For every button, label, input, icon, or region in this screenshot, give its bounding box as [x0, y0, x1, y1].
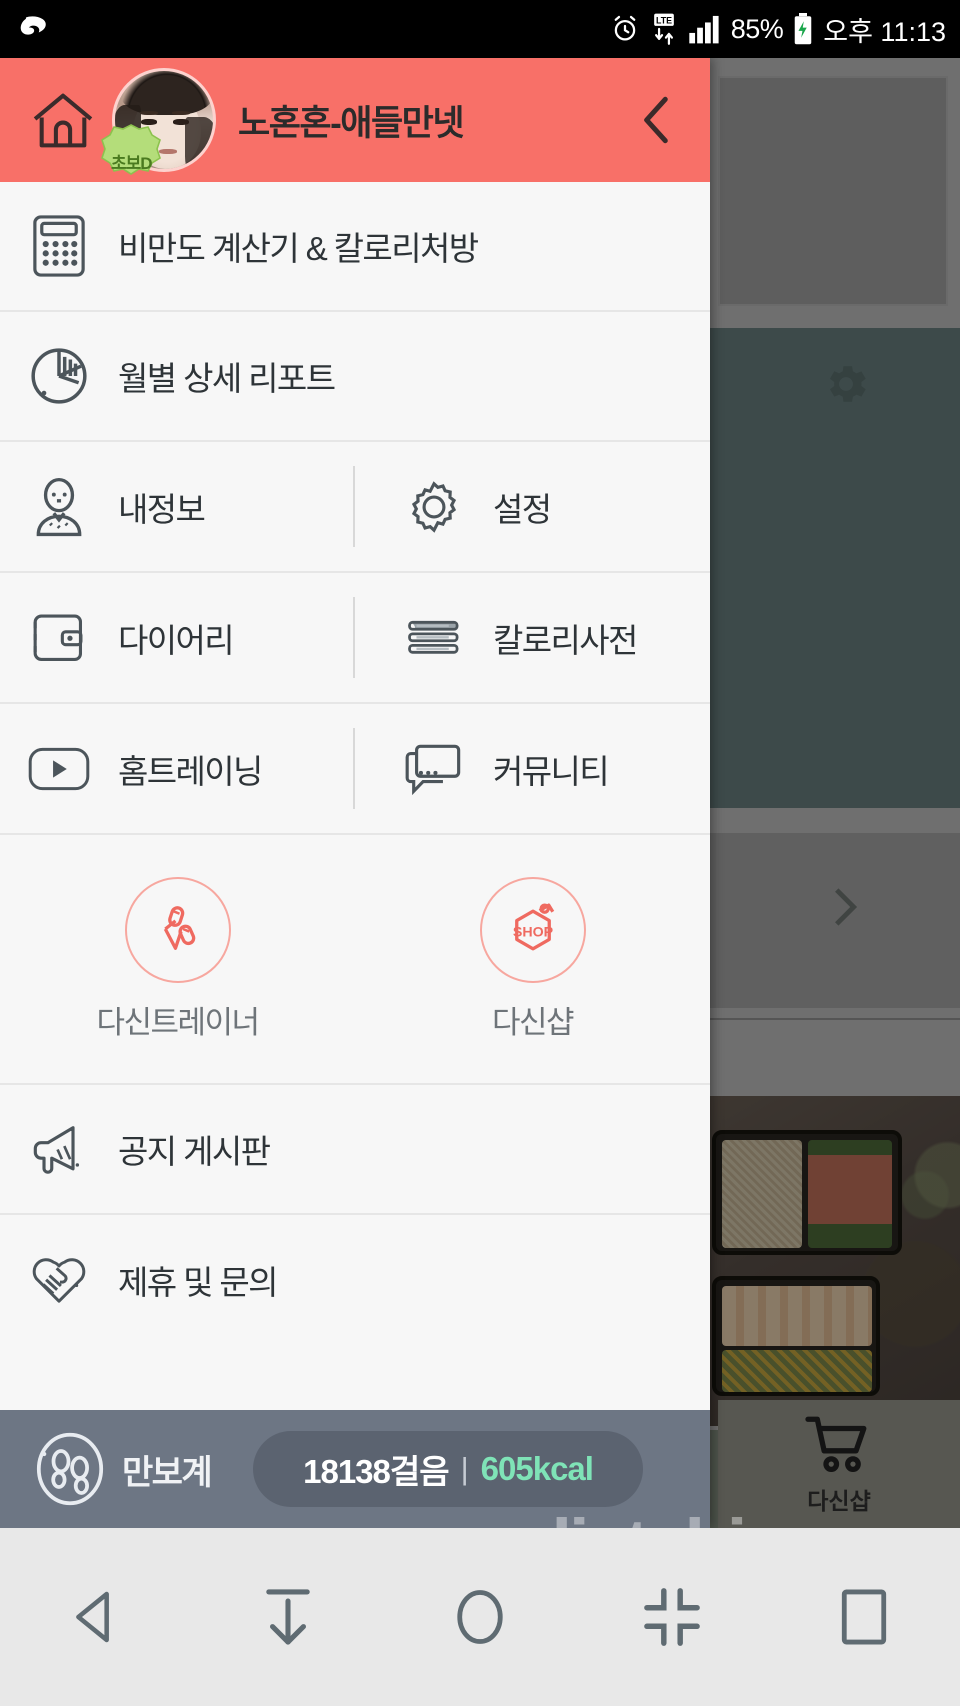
navigation-drawer: 초보D 노혼혼-애들만넷 비만도 계산기 & 칼로리처방 월별 상세 리포트 내…: [0, 58, 710, 1528]
chat-bubble-icon: [375, 742, 493, 796]
tab-dasin-shop[interactable]: 다신샵: [718, 1400, 960, 1528]
shopping-cart-icon: [801, 1413, 877, 1480]
back-triangle-icon[interactable]: [36, 1557, 156, 1677]
pedometer-separator: |: [460, 1451, 469, 1486]
gear-icon: [375, 478, 493, 536]
background-divider: [710, 1018, 960, 1020]
chevron-left-icon[interactable]: [630, 91, 684, 149]
home-circle-icon[interactable]: [420, 1557, 540, 1677]
menu-item-label: 홈트레이닝: [118, 752, 263, 790]
tab-dasin-shop-label: 다신샵: [807, 1487, 871, 1514]
shop-tag-icon: SHOP: [479, 876, 586, 983]
promo-row: 다신트레이너 SHOP 다신샵: [0, 835, 710, 1085]
promo-label: 다신트레이너: [96, 1004, 260, 1040]
background-card-top: [718, 76, 948, 306]
alarm-clock-icon: [610, 14, 640, 44]
recents-square-icon[interactable]: [804, 1557, 924, 1677]
svg-text:LTE: LTE: [656, 15, 672, 25]
menu-split-row: 다이어리 칼로리사전: [0, 573, 710, 704]
pedometer-calories: 605kcal: [480, 1450, 594, 1487]
carrier-logo-icon: [18, 12, 52, 46]
pedometer-stats-pill[interactable]: 18138걸음 | 605kcal: [253, 1431, 644, 1507]
drawer-header: 초보D 노혼혼-애들만넷: [0, 58, 710, 182]
pedometer-label: 만보계: [122, 1453, 213, 1492]
lte-network-icon: LTE: [649, 13, 679, 45]
download-arrow-icon[interactable]: [228, 1557, 348, 1677]
menu-item-partnership-inquiry[interactable]: 제휴 및 문의: [0, 1215, 710, 1345]
level-badge-label: 초보D: [111, 154, 153, 173]
menu-item-label: 칼로리사전: [493, 621, 638, 659]
menu-item-label: 커뮤니티: [493, 752, 610, 790]
menu-item-label: 비만도 계산기 & 칼로리처방: [118, 230, 479, 267]
battery-percent-label: 85%: [730, 13, 784, 44]
dumbbell-trainer-icon: [124, 876, 231, 983]
menu-item-my-info[interactable]: 내정보: [0, 442, 355, 571]
person-icon: [0, 476, 118, 538]
menu-item-label: 제휴 및 문의: [118, 1264, 279, 1301]
signal-bars-icon: [688, 14, 722, 44]
chevron-right-icon: [815, 878, 873, 941]
wallet-icon: [0, 611, 118, 665]
menu-item-label: 설정: [493, 490, 552, 528]
menu-item-notice-board[interactable]: 공지 게시판: [0, 1085, 710, 1215]
pedometer-steps: 18138걸음: [303, 1453, 449, 1490]
menu-item-calorie-dictionary[interactable]: 칼로리사전: [355, 573, 710, 702]
android-navigation-bar: [0, 1528, 960, 1706]
screen: 다신샵 LTE 85% 오후 11:13 초보D 노혼혼-애들만넷 비만도 계산…: [0, 0, 960, 1706]
handshake-heart-icon: [0, 1252, 118, 1308]
pedometer-bar[interactable]: 만보계 18138걸음 | 605kcal: [0, 1410, 710, 1528]
promo-dasin-shop[interactable]: SHOP 다신샵: [355, 835, 710, 1083]
menu-item-diary[interactable]: 다이어리: [0, 573, 355, 702]
status-bar: LTE 85% 오후 11:13: [0, 0, 960, 58]
username-label: 노혼혼-애들만넷: [238, 103, 465, 143]
menu-item-monthly-report[interactable]: 월별 상세 리포트: [0, 312, 710, 442]
menu-item-bmi-calculator[interactable]: 비만도 계산기 & 칼로리처방: [0, 182, 710, 312]
menu-item-settings[interactable]: 설정: [355, 442, 710, 571]
promo-dasin-trainer[interactable]: 다신트레이너: [0, 835, 355, 1083]
menu-item-label: 다이어리: [118, 621, 235, 659]
footprints-icon: [22, 1430, 118, 1508]
play-button-icon: [0, 744, 118, 794]
menu-split-row: 홈트레이닝 커뮤니티: [0, 704, 710, 835]
menu-item-label: 내정보: [118, 490, 206, 528]
battery-charging-icon: [792, 13, 814, 45]
menu-item-home-training[interactable]: 홈트레이닝: [0, 704, 355, 833]
pie-chart-icon: [0, 345, 118, 407]
calculator-icon: [0, 214, 118, 278]
gear-icon: [820, 358, 872, 415]
svg-text:SHOP: SHOP: [512, 924, 552, 940]
level-badge: 초보D: [100, 122, 162, 180]
menu-split-row: 내정보 설정: [0, 442, 710, 573]
menu-item-label: 월별 상세 리포트: [118, 360, 336, 397]
home-icon[interactable]: [24, 89, 102, 151]
background-photo-overlay: [710, 1096, 960, 1426]
megaphone-icon: [0, 1120, 118, 1178]
menu-item-label: 공지 게시판: [118, 1133, 271, 1170]
status-bar-indicators: LTE 85% 오후 11:13: [610, 10, 946, 49]
book-stack-icon: [375, 614, 493, 662]
menu-item-community[interactable]: 커뮤니티: [355, 704, 710, 833]
avatar[interactable]: 초보D: [101, 68, 216, 175]
promo-label: 다신샵: [491, 1004, 575, 1040]
shrink-icon[interactable]: [612, 1557, 732, 1677]
status-bar-clock: 오후 11:13: [823, 16, 946, 47]
